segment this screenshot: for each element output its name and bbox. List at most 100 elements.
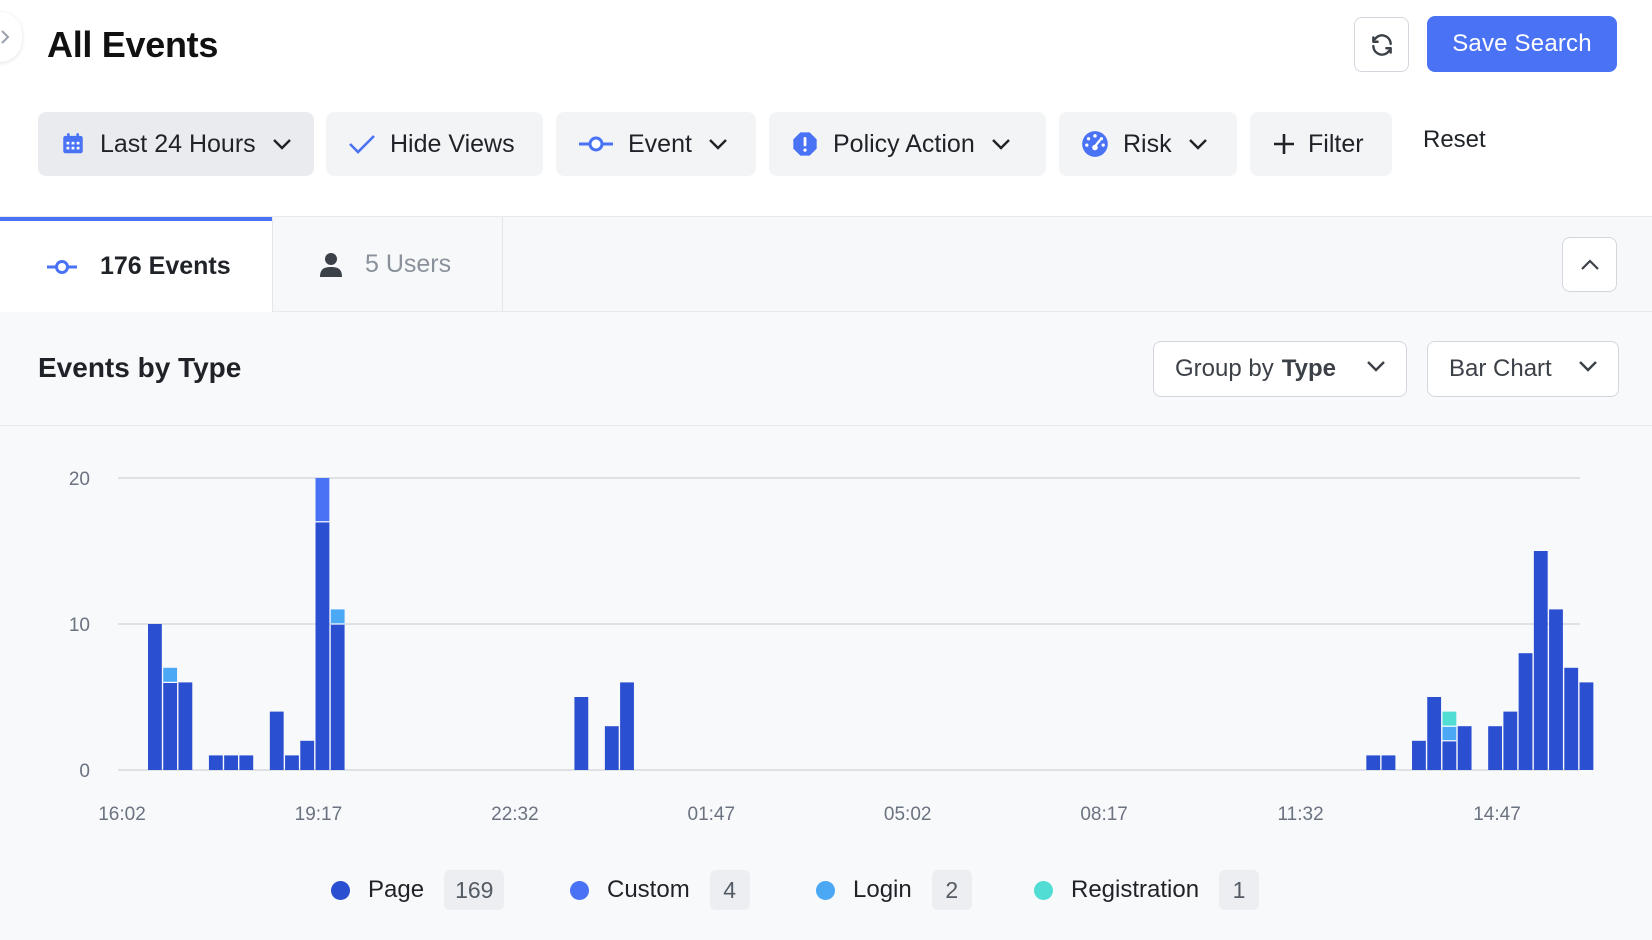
bar-page[interactable] <box>1427 697 1442 770</box>
risk-filter-dropdown[interactable]: Risk <box>1059 112 1237 176</box>
bar-registration[interactable] <box>1442 711 1457 727</box>
bar-login[interactable] <box>330 609 345 624</box>
event-filter-dropdown[interactable]: Event <box>556 112 756 176</box>
bar-page[interactable] <box>163 682 178 770</box>
x-tick-label: 08:17 <box>1080 804 1128 825</box>
bar-page[interactable] <box>1457 726 1472 770</box>
bar-page[interactable] <box>574 697 589 770</box>
chevron-down-icon <box>1366 360 1386 372</box>
risk-filter-label: Risk <box>1123 129 1172 158</box>
bar-page[interactable] <box>330 624 345 770</box>
x-tick-label: 22:32 <box>491 804 539 825</box>
legend-item-login[interactable]: Login 2 <box>816 870 972 910</box>
results-tabs: 176 Events 5 Users <box>0 216 1652 312</box>
legend-dot <box>816 880 835 900</box>
chart-header: Events by Type Group by Type Bar Chart <box>0 312 1652 426</box>
bar-page[interactable] <box>1503 711 1518 770</box>
x-tick-label: 16:02 <box>98 804 146 825</box>
chart-panel: Events by Type Group by Type Bar Chart 0… <box>0 312 1652 940</box>
chevron-down-icon <box>1578 360 1598 372</box>
bar-page[interactable] <box>269 711 284 770</box>
chevron-right-icon <box>1 30 10 44</box>
legend-count: 1 <box>1219 870 1260 910</box>
y-tick-label: 20 <box>69 469 90 490</box>
bar-page[interactable] <box>1518 653 1533 770</box>
hide-views-toggle[interactable]: Hide Views <box>326 112 543 176</box>
legend-dot <box>331 880 350 900</box>
chevron-down-icon <box>272 138 292 150</box>
calendar-icon <box>60 131 86 157</box>
bar-page[interactable] <box>620 682 634 770</box>
chart-type-select[interactable]: Bar Chart <box>1427 341 1619 397</box>
bar-page[interactable] <box>1442 740 1457 770</box>
bar-page[interactable] <box>1366 755 1381 770</box>
bar-page[interactable] <box>1549 609 1563 770</box>
bar-page[interactable] <box>1533 551 1548 770</box>
collapse-chart-button[interactable] <box>1562 237 1617 292</box>
bar-page[interactable] <box>148 624 162 770</box>
time-range-label: Last 24 Hours <box>100 129 256 158</box>
bar-page[interactable] <box>1412 740 1426 770</box>
save-search-button[interactable]: Save Search <box>1427 16 1617 72</box>
bar-login[interactable] <box>1442 726 1457 741</box>
chevron-down-icon <box>1188 138 1208 150</box>
chevron-up-icon <box>1580 258 1599 270</box>
bar-page[interactable] <box>1381 755 1396 770</box>
tab-users[interactable]: 5 Users <box>272 217 503 312</box>
x-tick-label: 19:17 <box>295 804 343 825</box>
legend-dot <box>1034 880 1053 900</box>
legend-label: Custom <box>607 876 690 903</box>
legend-count: 169 <box>444 870 505 910</box>
group-by-value: Type <box>1281 355 1336 382</box>
plus-icon <box>1272 132 1296 156</box>
legend-count: 2 <box>931 870 972 910</box>
user-icon <box>319 252 343 278</box>
bar-page[interactable] <box>300 740 315 770</box>
legend-count: 4 <box>709 870 750 910</box>
bar-page[interactable] <box>285 755 299 770</box>
tab-events[interactable]: 176 Events <box>0 217 272 312</box>
refresh-button[interactable] <box>1354 17 1409 72</box>
policy-action-dropdown[interactable]: Policy Action <box>769 112 1046 176</box>
group-by-select[interactable]: Group by Type <box>1153 341 1407 397</box>
check-icon <box>348 133 376 155</box>
page-title: All Events <box>47 24 219 65</box>
chart-y-axis: 0 10 20 <box>69 469 90 782</box>
bar-page[interactable] <box>1488 726 1502 770</box>
bar-login[interactable] <box>163 667 178 683</box>
bar-page[interactable] <box>1564 667 1579 770</box>
legend-label: Registration <box>1071 876 1200 903</box>
alert-octagon-icon <box>791 130 819 158</box>
y-tick-label: 10 <box>69 615 90 636</box>
legend-label: Page <box>368 876 425 903</box>
add-filter-button[interactable]: Filter <box>1250 112 1392 176</box>
legend-item-page[interactable]: Page 169 <box>331 870 505 910</box>
reset-filters-link[interactable]: Reset <box>1423 126 1486 154</box>
x-tick-label: 01:47 <box>688 804 736 825</box>
bar-page[interactable] <box>315 521 330 770</box>
bar-page[interactable] <box>208 755 223 770</box>
bar-page[interactable] <box>1579 682 1594 770</box>
legend-dot <box>570 880 589 900</box>
time-range-dropdown[interactable]: Last 24 Hours <box>38 112 314 176</box>
y-tick-label: 0 <box>79 761 90 782</box>
bar-page[interactable] <box>604 726 619 770</box>
bar-custom[interactable] <box>315 478 330 522</box>
hide-views-label: Hide Views <box>390 129 515 158</box>
bar-page[interactable] <box>239 755 254 770</box>
bar-page[interactable] <box>224 755 238 770</box>
chevron-down-icon <box>708 138 728 150</box>
sidebar-expand-handle[interactable] <box>0 12 22 62</box>
x-tick-label: 05:02 <box>884 804 932 825</box>
legend-item-registration[interactable]: Registration 1 <box>1034 870 1260 910</box>
chart-legend: Page 169 Custom 4 Login 2 Registration 1 <box>0 870 1652 914</box>
page-header: All Events Save Search <box>0 0 1652 96</box>
event-node-icon <box>578 134 614 154</box>
group-by-prefix: Group by <box>1175 355 1274 382</box>
bar-page[interactable] <box>178 682 193 770</box>
legend-item-custom[interactable]: Custom 4 <box>570 870 750 910</box>
add-filter-label: Filter <box>1308 129 1364 158</box>
policy-action-label: Policy Action <box>833 129 975 158</box>
chart-type-value: Bar Chart <box>1449 355 1552 382</box>
events-bar-chart: 0 10 20 16:02 19:17 22:32 01:47 05:02 08:17 11:3… <box>69 469 1594 825</box>
